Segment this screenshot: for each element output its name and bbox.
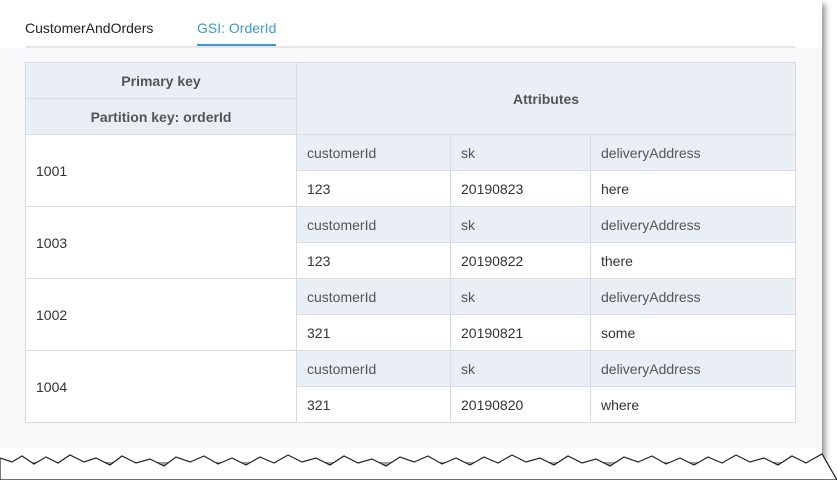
attr-name-cell: sk: [450, 278, 591, 315]
attr-value-cell: here: [589, 170, 797, 207]
header-primary-key: Primary key: [25, 62, 297, 99]
data-table: Primary key Attributes Partition key: or…: [25, 62, 797, 423]
attr-name-cell: sk: [450, 134, 591, 171]
table-row: 1002 customerId sk deliveryAddress: [25, 278, 797, 351]
attr-value-cell: 20190820: [450, 386, 591, 423]
attr-name-cell: customerId: [296, 350, 451, 387]
tab-customer-and-orders[interactable]: CustomerAndOrders: [25, 20, 153, 36]
tab-bar: CustomerAndOrders GSI: OrderId: [25, 0, 795, 48]
attr-name-cell: deliveryAddress: [589, 278, 797, 315]
attr-value-cell: there: [589, 242, 797, 279]
attr-name-cell: customerId: [296, 206, 451, 243]
attr-name-cell: sk: [450, 206, 591, 243]
partition-key-cell: 1002: [25, 278, 297, 351]
attr-value-cell: 20190823: [450, 170, 591, 207]
table-row: 1003 customerId sk deliveryAddress: [25, 206, 797, 279]
header-attributes: Attributes: [295, 62, 797, 135]
attr-name-cell: sk: [450, 350, 591, 387]
attr-value-cell: 123: [296, 170, 451, 207]
attr-name-cell: deliveryAddress: [589, 350, 797, 387]
partition-key-cell: 1003: [25, 206, 297, 279]
attr-value-cell: 20190822: [450, 242, 591, 279]
attr-value-cell: some: [589, 314, 797, 351]
attr-name-cell: deliveryAddress: [589, 206, 797, 243]
table-panel: Primary key Attributes Partition key: or…: [0, 48, 822, 448]
window-frame: CustomerAndOrders GSI: OrderId Primary k…: [0, 0, 822, 462]
tab-gsi-orderid[interactable]: GSI: OrderId: [197, 20, 277, 46]
attr-value-cell: 20190821: [450, 314, 591, 351]
attr-value-cell: 321: [296, 386, 451, 423]
partition-key-cell: 1004: [25, 350, 297, 423]
attr-name-cell: deliveryAddress: [589, 134, 797, 171]
attr-value-cell: where: [589, 386, 797, 423]
torn-edge: [0, 453, 837, 480]
attr-name-cell: customerId: [296, 278, 451, 315]
partition-key-cell: 1001: [25, 134, 297, 207]
attr-name-cell: customerId: [296, 134, 451, 171]
attr-value-cell: 321: [296, 314, 451, 351]
attr-value-cell: 123: [296, 242, 451, 279]
header-partition-key: Partition key: orderId: [25, 98, 297, 135]
table-row: 1001 customerId sk deliveryAddress: [25, 134, 797, 207]
table-row: 1004 customerId sk deliveryAddress: [25, 350, 797, 423]
